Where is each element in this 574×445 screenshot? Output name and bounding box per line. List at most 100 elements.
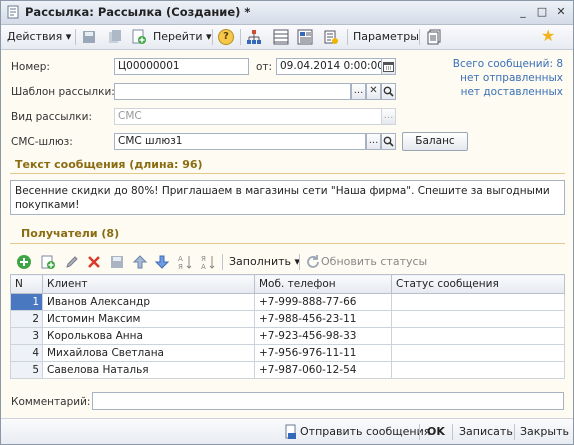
close-button[interactable]: Закрыть — [520, 425, 569, 438]
toolbar-separator — [222, 254, 223, 270]
table-row[interactable]: 1 Иванов Александр +7-999-888-77-66 — [10, 293, 565, 311]
type-label: Вид рассылки: — [11, 111, 92, 123]
actions-menu[interactable]: Действия ▾ — [7, 29, 71, 45]
gateway-select-button[interactable]: ... — [366, 133, 381, 150]
document-icon — [7, 5, 19, 19]
status-cell — [391, 361, 565, 379]
balance-button[interactable]: Баланс — [402, 132, 468, 151]
status-cell — [391, 293, 565, 311]
template-clear-button[interactable]: ✕ — [366, 83, 381, 100]
toolbar-separator — [240, 29, 241, 45]
actions-label: Действия — [7, 30, 63, 43]
client-cell[interactable]: Королькова Анна — [42, 327, 255, 345]
report-icon[interactable] — [297, 29, 313, 45]
close-window-button[interactable]: ✕ — [553, 5, 569, 19]
template-field[interactable] — [114, 83, 351, 100]
not-delivered-link[interactable]: нет доставленных — [441, 86, 563, 98]
phone-cell[interactable]: +7-923-456-98-33 — [254, 327, 392, 345]
send-messages-button[interactable]: Отправить сообщения — [300, 425, 430, 438]
fill-menu[interactable]: Заполнить ▾ — [229, 254, 300, 270]
recipients-table: N Клиент Моб. телефон Статус сообщения 1… — [10, 274, 565, 379]
status-cell — [391, 327, 565, 345]
column-header-phone[interactable]: Моб. телефон — [254, 274, 392, 294]
toolbar-separator — [452, 424, 453, 440]
phone-cell[interactable]: +7-999-888-77-66 — [254, 293, 392, 311]
date-field[interactable]: 09.04.2014 0:00:00 — [276, 58, 382, 75]
refresh-statuses-button[interactable]: Обновить статусы — [321, 254, 427, 270]
edit-row-icon[interactable] — [64, 254, 80, 270]
new-document-icon[interactable] — [131, 29, 147, 45]
phone-cell[interactable]: +7-988-456-23-11 — [254, 310, 392, 328]
table-row[interactable]: 3 Королькова Анна +7-923-456-98-33 — [10, 327, 565, 345]
client-cell[interactable]: Истомин Максим — [42, 310, 255, 328]
row-number: 3 — [10, 327, 43, 345]
add-row-icon[interactable] — [16, 254, 32, 270]
move-down-icon[interactable] — [154, 254, 170, 270]
phone-cell[interactable]: +7-956-976-11-11 — [254, 344, 392, 362]
calendar-button[interactable] — [381, 58, 396, 75]
search-icon — [383, 136, 394, 147]
help-icon[interactable]: ? — [218, 29, 234, 45]
sort-ascending-icon[interactable]: AЯ — [177, 254, 193, 270]
search-icon — [383, 86, 394, 97]
document-list-icon[interactable] — [426, 29, 442, 45]
client-cell[interactable]: Иванов Александр — [42, 293, 255, 311]
status-cell — [391, 310, 565, 328]
chevron-down-icon: ▾ — [206, 30, 212, 43]
maximize-button[interactable]: □ — [534, 5, 550, 19]
toolbar-separator — [299, 254, 300, 270]
copy-icon[interactable] — [107, 29, 123, 45]
end-edit-icon[interactable] — [109, 254, 125, 270]
column-header-status[interactable]: Статус сообщения — [391, 274, 565, 294]
client-cell[interactable]: Михайлова Светлана — [42, 344, 255, 362]
parameters-button[interactable]: Параметры — [353, 29, 419, 45]
title-bar: Рассылка: Рассылка (Создание) * _ □ ✕ — [1, 1, 573, 25]
gateway-label: СМС-шлюз: — [11, 136, 73, 148]
table-header-row: N Клиент Моб. телефон Статус сообщения — [10, 274, 565, 294]
gateway-field[interactable]: СМС шлюз1 — [114, 133, 366, 150]
template-search-button[interactable] — [381, 83, 396, 100]
row-number: 1 — [10, 293, 43, 311]
table-row[interactable]: 5 Савелова Наталья +7-987-060-12-54 — [10, 361, 565, 379]
sort-descending-icon[interactable]: ЯA — [200, 254, 216, 270]
structure-icon[interactable] — [246, 29, 262, 45]
copy-row-icon[interactable] — [40, 254, 56, 270]
goto-label: Перейти — [153, 30, 203, 43]
column-header-client[interactable]: Клиент — [42, 274, 255, 294]
table-row[interactable]: 4 Михайлова Светлана +7-956-976-11-11 — [10, 344, 565, 362]
save-button[interactable]: Записать — [459, 425, 513, 438]
bottom-command-bar: Отправить сообщения OK Записать Закрыть — [1, 418, 573, 444]
table-row[interactable]: 2 Истомин Максим +7-988-456-23-11 — [10, 310, 565, 328]
date-label: от: — [256, 61, 273, 73]
template-select-button[interactable]: ... — [351, 83, 366, 100]
client-cell[interactable]: Савелова Наталья — [42, 361, 255, 379]
chevron-down-icon: ▾ — [65, 30, 72, 43]
number-field[interactable]: Ц00000001 — [114, 58, 249, 75]
gateway-search-button[interactable] — [381, 133, 396, 150]
favorite-star-icon[interactable]: ★ — [541, 28, 555, 44]
toolbar-separator — [347, 29, 348, 45]
move-up-icon[interactable] — [132, 254, 148, 270]
section-divider — [10, 173, 565, 174]
comment-field[interactable] — [92, 392, 564, 410]
message-text-field[interactable]: Весенние скидки до 80%! Приглашаем в маг… — [10, 180, 565, 215]
row-number: 4 — [10, 344, 43, 362]
phone-cell[interactable]: +7-987-060-12-54 — [254, 361, 392, 379]
toolbar-separator — [514, 424, 515, 440]
list-icon[interactable] — [273, 29, 289, 45]
toolbar-separator — [75, 29, 76, 45]
main-toolbar: Действия ▾ Перейти ▾ ? Параметры ★ — [1, 25, 573, 50]
calendar-icon — [383, 62, 394, 72]
save-icon[interactable] — [81, 29, 97, 45]
toolbar-separator — [212, 29, 213, 45]
delete-row-icon[interactable] — [86, 254, 102, 270]
total-messages-link[interactable]: Всего сообщений: 8 — [441, 58, 563, 70]
minimize-button[interactable]: _ — [515, 5, 531, 19]
ok-button[interactable]: OK — [427, 425, 445, 438]
goto-menu[interactable]: Перейти ▾ — [153, 29, 212, 45]
column-header-number[interactable]: N — [10, 274, 43, 294]
toolbar-separator — [419, 29, 420, 45]
tasks-icon[interactable] — [323, 29, 339, 45]
template-label: Шаблон рассылки: — [11, 86, 115, 98]
not-sent-link[interactable]: нет отправленных — [441, 72, 563, 84]
